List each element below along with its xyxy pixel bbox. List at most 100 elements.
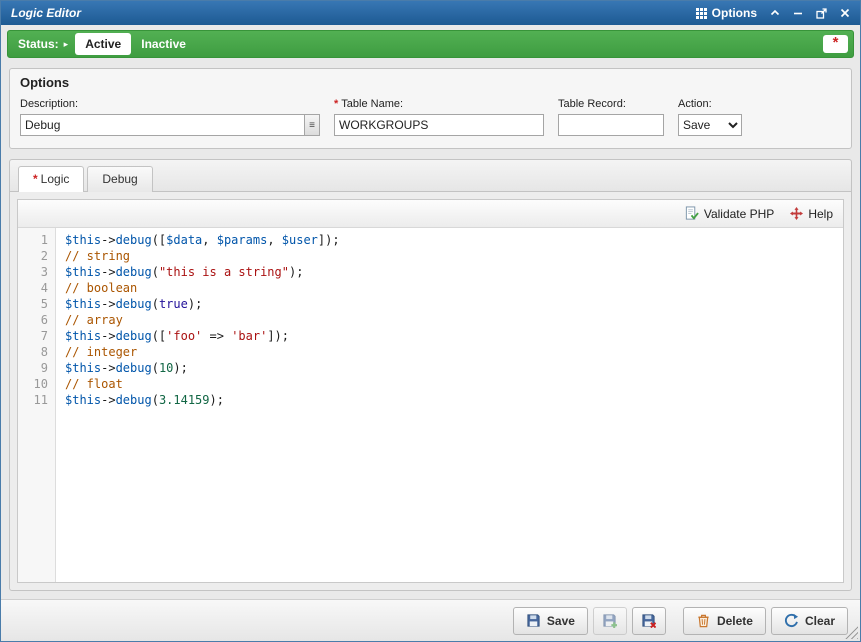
code-line: // array: [65, 312, 843, 328]
code-token-c: // array: [65, 313, 123, 327]
code-token-v: debug: [116, 393, 152, 407]
code-token-p: ([: [152, 329, 166, 343]
code-token-v: $data: [166, 233, 202, 247]
description-input[interactable]: [21, 115, 304, 135]
line-number: 3: [18, 264, 55, 280]
validate-php-label: Validate PHP: [704, 207, 774, 221]
code-token-v: $params: [217, 233, 268, 247]
window-body: Status: ▸ Active Inactive * Options Desc…: [1, 25, 860, 641]
status-tab-inactive[interactable]: Inactive: [131, 33, 196, 55]
description-input-wrap: ≡: [20, 114, 320, 136]
code-token-p: ,: [267, 233, 281, 247]
status-bar: Status: ▸ Active Inactive *: [7, 30, 854, 58]
code-token-p: (: [152, 393, 159, 407]
tab-debug[interactable]: Debug: [87, 166, 152, 192]
close-icon: [840, 8, 850, 18]
save-close-icon: [641, 613, 656, 628]
code-line: // integer: [65, 344, 843, 360]
action-select[interactable]: Save: [678, 114, 742, 136]
logic-tab-body: Validate PHP Help 1234567891011 $this->d…: [10, 192, 851, 590]
code-token-n: 3.14159: [159, 393, 210, 407]
code-token-p: =>: [202, 329, 231, 343]
options-panel-title: Options: [20, 75, 841, 90]
code-token-v: $this: [65, 393, 101, 407]
help-label: Help: [808, 207, 833, 221]
code-token-p: (: [152, 297, 159, 311]
tab-strip: * Logic Debug: [10, 160, 851, 192]
clear-button[interactable]: Clear: [771, 607, 848, 635]
refresh-icon: [784, 613, 799, 628]
logic-tab-required-asterisk: *: [33, 172, 38, 186]
options-menu-button[interactable]: Options: [696, 6, 757, 20]
code-line: // string: [65, 248, 843, 264]
code-line: // float: [65, 376, 843, 392]
code-token-p: ->: [101, 233, 115, 247]
validate-php-button[interactable]: Validate PHP: [684, 206, 774, 221]
code-line: $this->debug(3.14159);: [65, 392, 843, 408]
editor-box: Validate PHP Help 1234567891011 $this->d…: [17, 199, 844, 583]
line-number: 7: [18, 328, 55, 344]
save-button[interactable]: Save: [513, 607, 588, 635]
help-icon: [790, 207, 803, 220]
code-token-v: debug: [116, 233, 152, 247]
code-token-c: // boolean: [65, 281, 137, 295]
code-token-v: $this: [65, 297, 101, 311]
code-token-p: );: [210, 393, 224, 407]
line-number: 2: [18, 248, 55, 264]
status-arrow-icon: ▸: [64, 39, 69, 50]
code-token-c: // string: [65, 249, 130, 263]
collapse-button[interactable]: [770, 8, 780, 18]
code-token-v: debug: [116, 361, 152, 375]
footer-toolbar: Save Delete Clear: [1, 599, 860, 641]
table-record-input[interactable]: [558, 114, 664, 136]
logic-editor-window: Logic Editor Options Status: ▸ Active In…: [0, 0, 861, 642]
clear-label: Clear: [805, 614, 835, 628]
code-token-p: (: [152, 265, 159, 279]
code-token-c: // integer: [65, 345, 137, 359]
code-token-v: $this: [65, 361, 101, 375]
code-token-v: $user: [282, 233, 318, 247]
code-line: $this->debug(['foo' => 'bar']);: [65, 328, 843, 344]
logic-panel: * Logic Debug Validate PHP: [9, 159, 852, 591]
code-line: $this->debug([$data, $params, $user]);: [65, 232, 843, 248]
line-number: 8: [18, 344, 55, 360]
code-token-p: ->: [101, 265, 115, 279]
save-label: Save: [547, 614, 575, 628]
code-token-v: debug: [116, 265, 152, 279]
table-name-label: *Table Name:: [334, 98, 544, 110]
code-editor[interactable]: $this->debug([$data, $params, $user]);//…: [56, 228, 843, 582]
code-token-p: );: [173, 361, 187, 375]
description-expand-button[interactable]: ≡: [304, 115, 319, 135]
line-number: 4: [18, 280, 55, 296]
status-tab-active[interactable]: Active: [75, 33, 131, 55]
code-token-s: 'bar': [231, 329, 267, 343]
delete-button[interactable]: Delete: [683, 607, 766, 635]
save-and-close-button[interactable]: [632, 607, 666, 635]
window-title: Logic Editor: [11, 6, 81, 20]
required-badge-button[interactable]: *: [823, 35, 848, 53]
code-token-p: ->: [101, 329, 115, 343]
close-button[interactable]: [840, 8, 850, 18]
popout-button[interactable]: [816, 8, 827, 19]
table-record-field: Table Record:: [558, 98, 664, 136]
code-token-a: true: [159, 297, 188, 311]
minimize-button[interactable]: [793, 8, 803, 18]
line-number: 5: [18, 296, 55, 312]
tab-logic[interactable]: * Logic: [18, 166, 84, 192]
code-token-p: ->: [101, 361, 115, 375]
options-panel: Options Description: ≡ *Table Name: Tabl…: [9, 68, 852, 149]
titlebar[interactable]: Logic Editor Options: [1, 1, 860, 25]
table-name-input[interactable]: [334, 114, 544, 136]
code-token-v: debug: [116, 329, 152, 343]
code-token-p: ,: [202, 233, 216, 247]
line-number: 6: [18, 312, 55, 328]
code-token-s: 'foo': [166, 329, 202, 343]
description-label: Description:: [20, 98, 320, 110]
save-and-new-button[interactable]: [593, 607, 627, 635]
table-name-required-asterisk: *: [334, 98, 338, 110]
help-button[interactable]: Help: [790, 207, 833, 221]
chevron-up-icon: [770, 8, 780, 18]
status-label: Status:: [18, 37, 59, 51]
code-token-p: ->: [101, 297, 115, 311]
gutter: 1234567891011: [18, 228, 56, 582]
